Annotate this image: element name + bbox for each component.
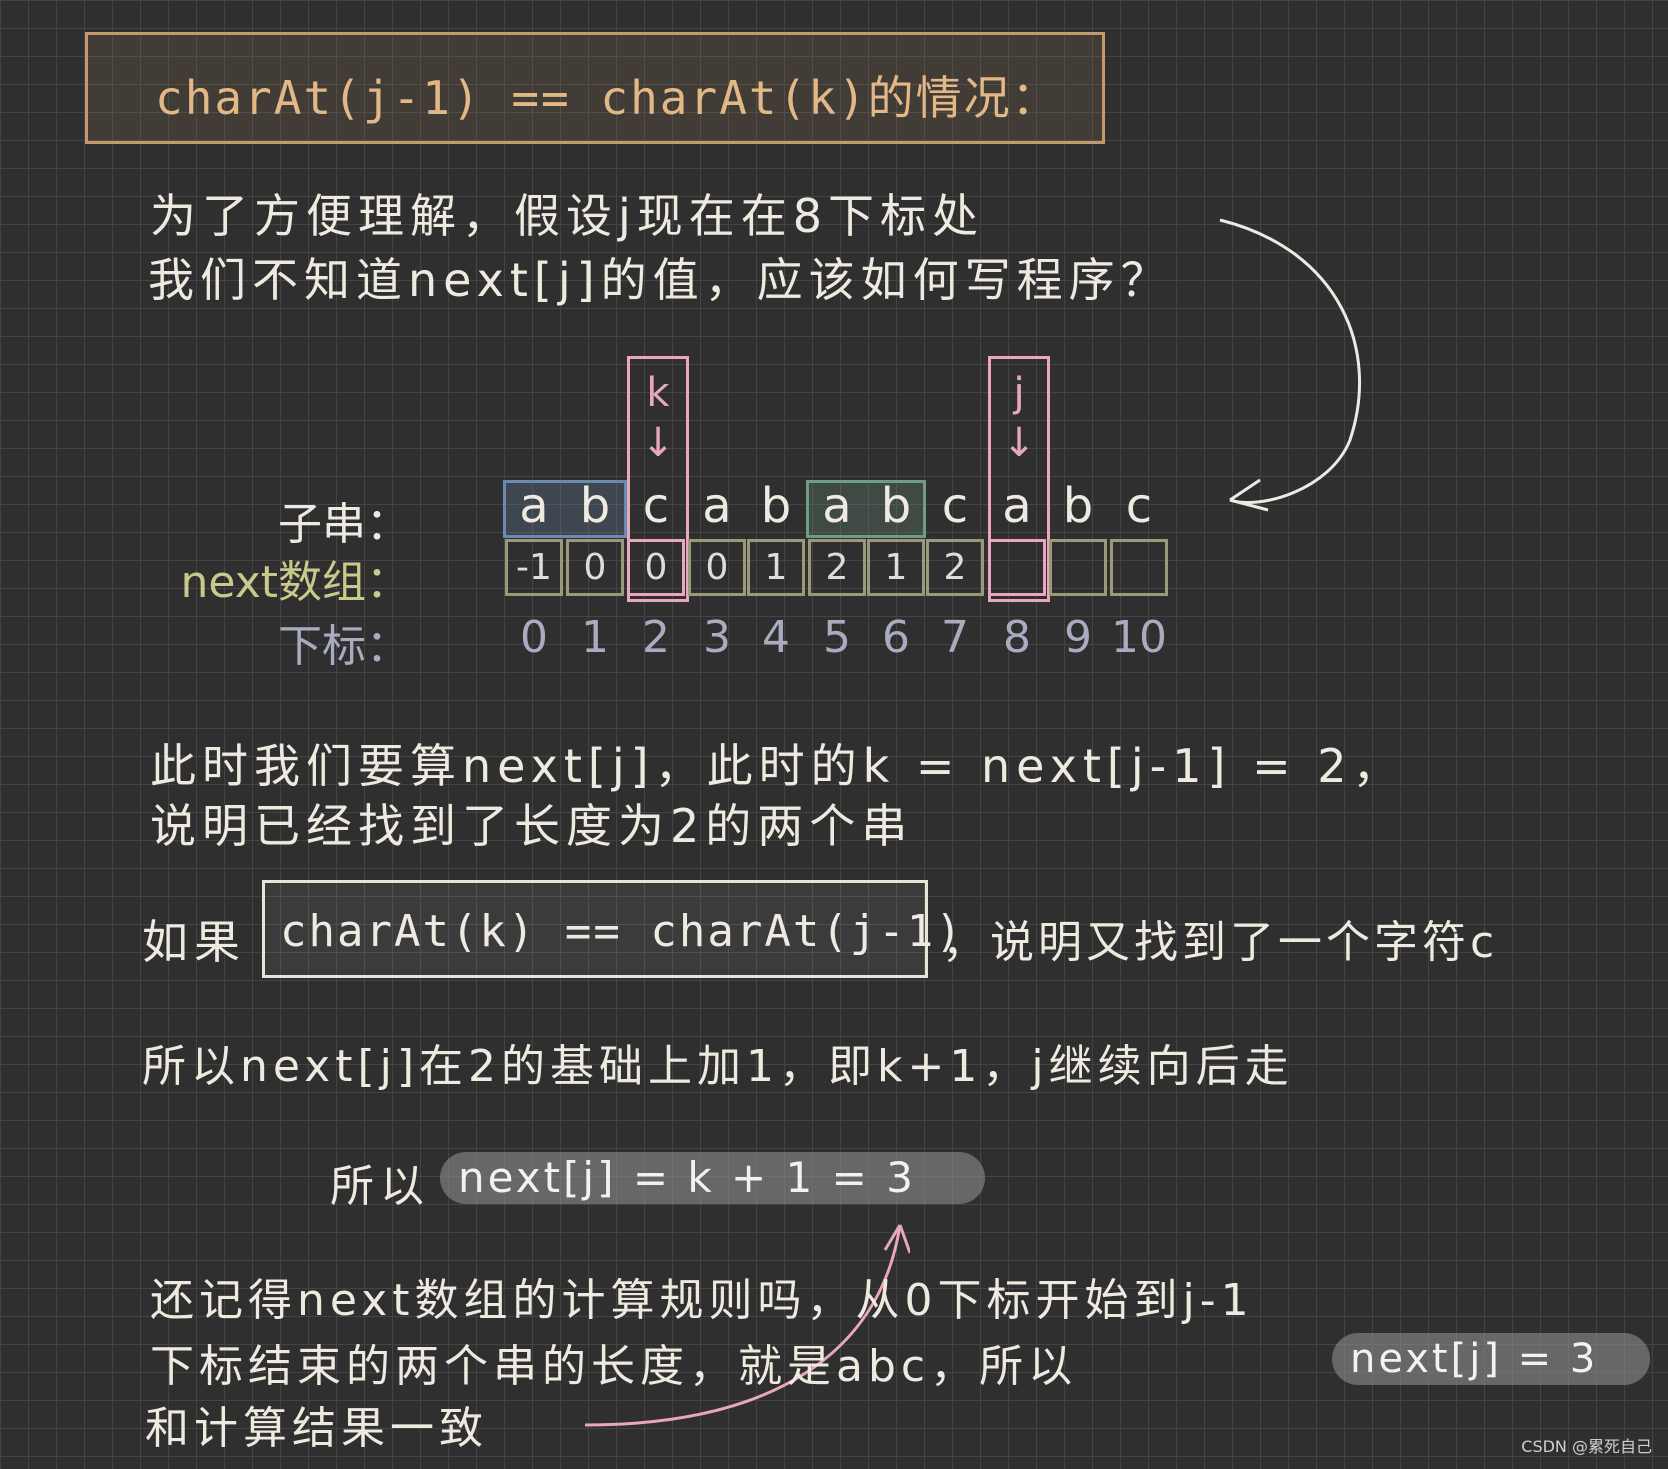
condition-code: charAt(k) == charAt(j-1) [280,906,964,957]
next-cell: 1 [747,539,805,596]
char-cell: a [519,478,549,534]
char-cell: c [1125,478,1153,534]
index-cell: 6 [882,612,910,663]
explain-line-2: 说明已经找到了长度为2的两个串 [150,799,914,853]
next-cell: -1 [505,539,563,596]
next-cell: 1 [867,539,925,596]
result-formula: next[j] = k + 1 = 3 [440,1152,985,1204]
k-arrow-icon: ↓ [641,420,675,466]
so-line: 所以next[j]在2的基础上加1，即k+1，j继续向后走 [142,1041,1294,1092]
char-cell: b [880,478,912,534]
index-cell: 4 [762,612,790,663]
next-cell [1049,539,1107,596]
char-cell: b [579,478,611,534]
index-row-label: 下标： [278,621,410,672]
index-cell: 2 [642,612,670,663]
char-cell: b [760,478,792,534]
char-cell: c [642,478,670,534]
intro-line-1: 为了方便理解，假设j现在在8下标处 [150,189,985,243]
next-cell: 0 [627,539,685,596]
recall-pill: next[j] = 3 [1332,1333,1650,1385]
condition-suffix: ，说明又找到了一个字符c [942,917,1499,968]
curved-arrow-icon [1219,218,1362,512]
next-row-label: next数组： [180,557,410,608]
result-prefix: 所以 [330,1161,430,1212]
watermark: CSDN @累死自己 [1521,1437,1652,1456]
next-cell: 0 [688,539,746,596]
condition-prefix: 如果 [142,915,246,969]
index-cell: 5 [823,612,851,663]
index-cell: 9 [1064,612,1092,663]
char-cell: a [702,478,732,534]
explain-line-1: 此时我们要算next[j]，此时的k = next[j-1] = 2， [150,739,1405,793]
index-cell: 3 [703,612,731,663]
char-cell: b [1062,478,1094,534]
next-cell [988,539,1046,596]
next-cell: 2 [808,539,866,596]
index-cell: 0 [520,612,548,663]
next-cell: 2 [926,539,984,596]
next-cell: 0 [566,539,624,596]
string-row-label: 子串： [278,499,410,550]
index-cell: 10 [1111,612,1167,663]
index-cell: 7 [941,612,969,663]
k-marker: k [646,370,670,416]
j-marker: j [1013,370,1025,416]
char-cell: a [822,478,852,534]
next-cell [1110,539,1168,596]
index-cell: 1 [581,612,609,663]
recall-line-2: 下标结束的两个串的长度，就是abc，所以 [150,1341,1078,1392]
char-cell: c [941,478,969,534]
title-text: charAt(j-1) == charAt(k)的情况： [155,71,1060,125]
char-cell: a [1002,478,1032,534]
intro-line-2: 我们不知道next[j]的值，应该如何写程序？ [148,253,1173,307]
j-arrow-icon: ↓ [1002,420,1036,466]
index-cell: 8 [1003,612,1031,663]
recall-line-3: 和计算结果一致 [145,1403,488,1454]
recall-line-1: 还记得next数组的计算规则吗，从0下标开始到j-1 [150,1275,1254,1326]
